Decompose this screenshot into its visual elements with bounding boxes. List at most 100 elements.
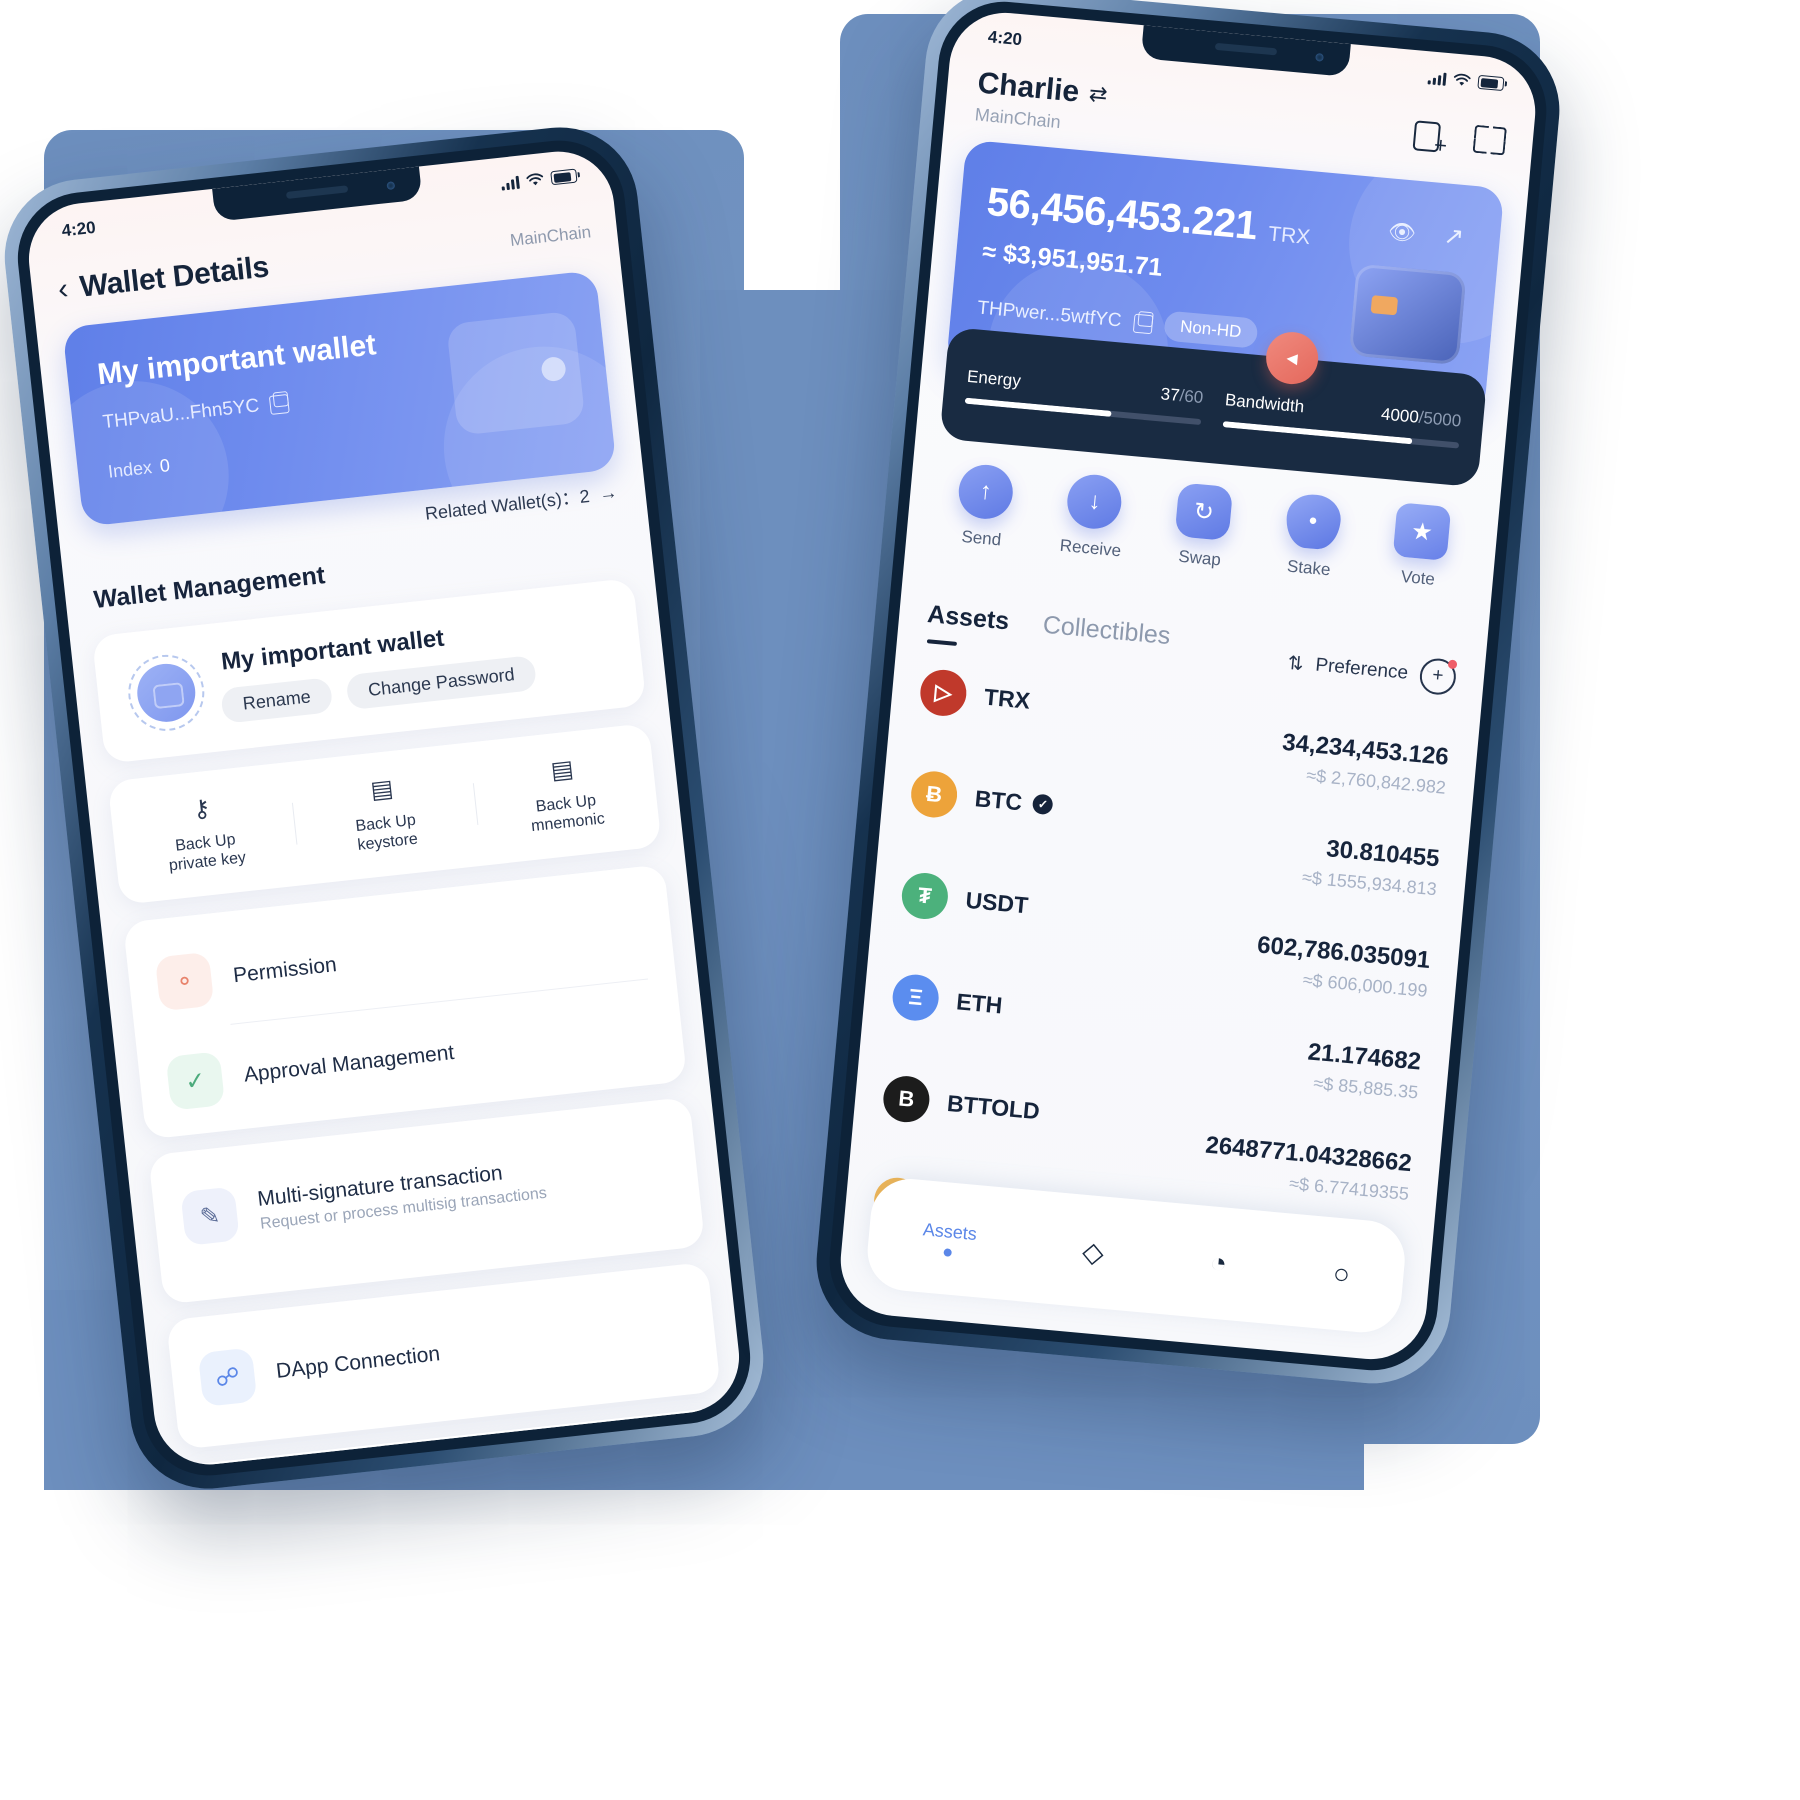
asset-quantity: 30.810455: [1325, 835, 1441, 873]
swap-icon: ↻: [1174, 482, 1234, 542]
add-address-icon[interactable]: [1411, 116, 1448, 153]
stake-shield-icon: •: [1283, 492, 1343, 551]
copy-icon[interactable]: [1132, 313, 1154, 334]
keystore-icon: ▤: [369, 775, 395, 805]
screen-wallet-details: 4:20 ‹ Wallet Details MainChain My impor…: [23, 145, 745, 1471]
eye-icon[interactable]: 👁: [1387, 218, 1417, 246]
arrow-out-icon[interactable]: ↗: [1442, 221, 1465, 252]
phone-mockup-wallet-home: 4:20 Charlie ⇄ MainChain 👁 ↗: [809, 0, 1567, 1391]
wallet-illustration: [1348, 263, 1467, 366]
menu-item-permission[interactable]: ⚬ Permission: [154, 905, 646, 1012]
asset-symbol: BTC: [973, 784, 1024, 815]
asset-symbol: USDT: [964, 886, 1030, 918]
arrow-right-icon: →: [598, 481, 619, 504]
chain-label: MainChain: [509, 222, 593, 250]
page-title: Wallet Details: [78, 250, 271, 304]
resource-bandwidth[interactable]: Bandwidth 4000/5000: [1222, 389, 1463, 449]
related-wallets-label: Related Wallet(s)：2: [424, 486, 591, 524]
card-blob-1: [62, 371, 239, 527]
status-time: 4:20: [60, 217, 97, 241]
mnemonic-icon: ▤: [549, 755, 576, 786]
index-label: Index: [107, 457, 153, 482]
tabbar-assets-label: Assets: [922, 1218, 978, 1244]
hd-badge: Non-HD: [1162, 310, 1259, 349]
content-tabs: Assets Collectibles: [926, 600, 1171, 651]
tabbar-item-assets[interactable]: Assets: [921, 1219, 978, 1259]
battery-icon: [550, 168, 578, 186]
rename-button[interactable]: Rename: [220, 677, 334, 724]
balance-unit: TRX: [1267, 222, 1312, 250]
asset-quantity: 21.174682: [1306, 1038, 1423, 1076]
signal-icon: [1427, 71, 1447, 86]
resource-energy-label: Energy: [966, 366, 1022, 391]
index-value: 0: [158, 455, 171, 477]
backup-private-key-button[interactable]: ⚷ Back Up private key: [110, 785, 299, 881]
multisig-icon: ✎: [180, 1186, 240, 1246]
wallet-name: My important wallet: [95, 328, 378, 392]
menu-item-multisig[interactable]: ✎ Multi-signature transaction Request or…: [180, 1140, 671, 1246]
permissions-panel: ⚬ Permission ✓ Approval Management: [122, 864, 688, 1140]
resource-bandwidth-max: 5000: [1422, 407, 1463, 431]
resource-energy-value: 37: [1159, 383, 1181, 405]
asset-symbol: ETH: [955, 987, 1004, 1018]
action-swap-label: Swap: [1177, 546, 1222, 570]
switch-account-icon[interactable]: ⇄: [1088, 81, 1109, 109]
explore-icon: ◔: [1208, 1246, 1229, 1279]
eth-coin-icon: Ξ: [890, 972, 941, 1023]
resource-bandwidth-label: Bandwidth: [1224, 389, 1306, 416]
action-swap[interactable]: ↻ Swap: [1144, 480, 1261, 574]
menu-item-multisig-text: Multi-signature transaction Request or p…: [256, 1157, 547, 1234]
backup-mnemonic-button[interactable]: ▤ Back Up mnemonic: [471, 746, 660, 842]
preference-row: ⇅ Preference: [1286, 645, 1458, 697]
back-icon[interactable]: ‹: [56, 272, 70, 306]
preference-label[interactable]: Preference: [1314, 655, 1409, 685]
scan-qr-icon[interactable]: [1471, 122, 1508, 159]
screen-wallet-home: 4:20 Charlie ⇄ MainChain 👁 ↗: [835, 8, 1541, 1364]
wallet-illustration: [446, 310, 586, 436]
profile-icon: ○: [1331, 1257, 1352, 1291]
receive-arrow-down-icon: ↓: [1065, 472, 1125, 532]
asset-fiat: ≈$ 85,885.35: [1312, 1073, 1420, 1103]
earpiece-speaker: [285, 185, 349, 199]
action-send-label: Send: [960, 526, 1002, 550]
status-indicators: [1427, 70, 1505, 92]
tabbar-item-profile[interactable]: ○: [1332, 1258, 1352, 1291]
layers-icon: ◇: [1080, 1235, 1106, 1269]
action-receive-label: Receive: [1059, 535, 1122, 561]
action-stake-label: Stake: [1286, 556, 1332, 580]
backup-keystore-button[interactable]: ▤ Back Up keystore: [290, 766, 479, 862]
resource-energy[interactable]: Energy 37/60: [964, 366, 1205, 425]
resource-energy-max: 60: [1183, 386, 1205, 407]
menu-item-dapp[interactable]: ☍ DApp Connection: [197, 1301, 689, 1407]
status-indicators: [501, 168, 578, 191]
sort-icon[interactable]: ⇅: [1287, 651, 1305, 675]
action-vote[interactable]: ★ Vote: [1362, 500, 1479, 594]
asset-symbol: BTTOLD: [946, 1089, 1041, 1124]
status-time: 4:20: [987, 27, 1023, 50]
dapp-link-icon: ☍: [197, 1347, 258, 1407]
signal-icon: [501, 175, 520, 191]
balance-amount: 56,456,453.221: [985, 179, 1259, 249]
action-stake[interactable]: • Stake: [1253, 490, 1370, 584]
tab-assets[interactable]: Assets: [926, 600, 1010, 636]
tabbar-item-layers[interactable]: ◇: [1081, 1234, 1105, 1269]
menu-item-dapp-label: DApp Connection: [274, 1342, 442, 1383]
action-receive[interactable]: ↓ Receive: [1035, 470, 1152, 564]
trx-coin-icon: ▷: [918, 667, 969, 718]
menu-item-permission-label: Permission: [231, 953, 338, 988]
action-send[interactable]: ↑ Send: [926, 460, 1043, 554]
change-password-button[interactable]: Change Password: [345, 654, 538, 711]
approval-icon: ✓: [165, 1051, 226, 1111]
add-token-icon[interactable]: [1418, 657, 1458, 697]
wallet-avatar: [124, 650, 209, 735]
account-name: Charlie: [976, 66, 1081, 109]
tab-collectibles[interactable]: Collectibles: [1042, 611, 1172, 651]
menu-item-approval[interactable]: ✓ Approval Management: [165, 1004, 657, 1111]
btc-coin-icon: Ƀ: [909, 769, 960, 820]
permission-icon: ⚬: [154, 951, 215, 1012]
menu-item-approval-label: Approval Management: [242, 1040, 456, 1087]
tabbar-item-explore[interactable]: ◔: [1209, 1246, 1229, 1279]
asset-symbol: TRX: [983, 683, 1032, 714]
usdt-coin-icon: ₮: [899, 871, 950, 922]
copy-icon[interactable]: [269, 393, 291, 415]
